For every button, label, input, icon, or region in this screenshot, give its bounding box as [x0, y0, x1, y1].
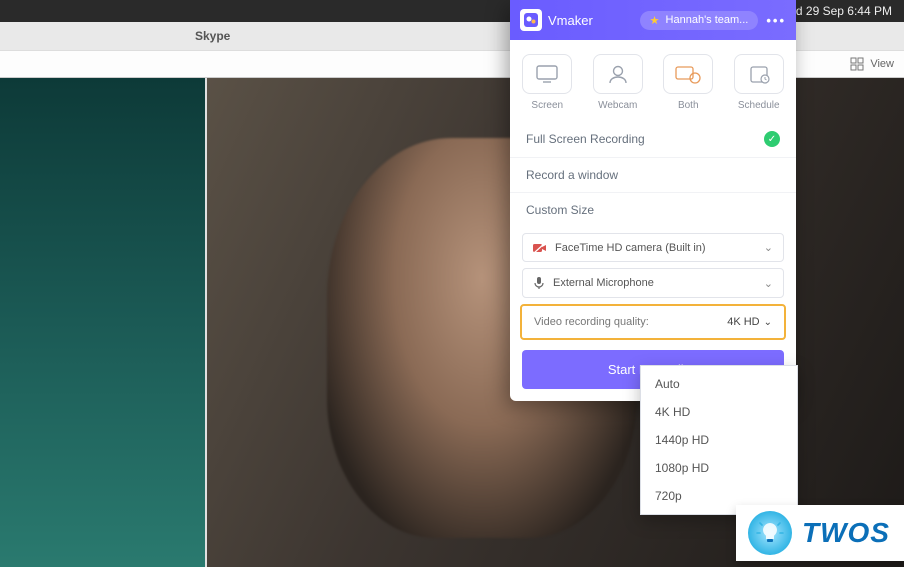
view-grid-icon[interactable]	[850, 57, 864, 71]
quality-label: Video recording quality:	[534, 316, 649, 328]
option-custom-size[interactable]: Custom Size	[510, 192, 796, 227]
star-icon: ★	[650, 14, 660, 27]
camera-select-value: FaceTime HD camera (Built in)	[555, 242, 706, 254]
twos-watermark: TWOS	[736, 505, 904, 561]
mic-select[interactable]: External Microphone ⌄	[522, 268, 784, 298]
mode-both[interactable]: Both	[657, 54, 720, 111]
mode-schedule[interactable]: Schedule	[728, 54, 791, 111]
camera-icon	[533, 242, 547, 254]
view-label[interactable]: View	[870, 58, 894, 70]
skype-app-title: Skype	[195, 29, 230, 43]
quality-option-4k[interactable]: 4K HD	[641, 398, 797, 426]
quality-option-auto[interactable]: Auto	[641, 370, 797, 398]
watermark-text: TWOS	[802, 517, 890, 549]
option-record-window[interactable]: Record a window	[510, 157, 796, 192]
team-selector[interactable]: ★ Hannah's team...	[640, 11, 759, 30]
lightbulb-icon	[748, 511, 792, 555]
mic-select-value: External Microphone	[553, 277, 654, 289]
mode-webcam[interactable]: Webcam	[587, 54, 650, 111]
option-full-screen-label: Full Screen Recording	[526, 132, 645, 146]
vmaker-panel: Vmaker ★ Hannah's team... ••• Screen Web…	[510, 0, 796, 401]
mode-screen-label: Screen	[531, 100, 563, 111]
mode-both-label: Both	[678, 100, 699, 111]
camera-select[interactable]: FaceTime HD camera (Built in) ⌄	[522, 233, 784, 262]
team-label: Hannah's team...	[666, 14, 749, 26]
microphone-icon	[533, 276, 545, 290]
mode-screen[interactable]: Screen	[516, 54, 579, 111]
quality-option-1440p[interactable]: 1440p HD	[641, 426, 797, 454]
schedule-icon	[748, 63, 770, 85]
more-menu-icon[interactable]: •••	[766, 13, 786, 28]
quality-option-1080p[interactable]: 1080p HD	[641, 454, 797, 482]
both-icon	[675, 64, 701, 84]
quality-dropdown: Auto 4K HD 1440p HD 1080p HD 720p	[640, 365, 798, 515]
check-icon: ✓	[764, 131, 780, 147]
webcam-icon	[607, 63, 629, 85]
participant-pane-left	[0, 78, 205, 567]
option-record-window-label: Record a window	[526, 168, 618, 182]
option-custom-size-label: Custom Size	[526, 203, 594, 217]
chevron-down-icon: ⌄	[764, 317, 772, 328]
mode-schedule-label: Schedule	[738, 100, 780, 111]
mode-webcam-label: Webcam	[598, 100, 637, 111]
mode-row: Screen Webcam Both Schedule	[510, 40, 796, 121]
vmaker-logo-icon	[520, 9, 542, 31]
vmaker-app-name: Vmaker	[548, 13, 593, 28]
quality-value: 4K HD	[727, 316, 759, 328]
video-quality-select[interactable]: Video recording quality: 4K HD ⌄	[520, 304, 786, 340]
vmaker-header: Vmaker ★ Hannah's team... •••	[510, 0, 796, 40]
chevron-down-icon: ⌄	[764, 277, 773, 290]
option-full-screen[interactable]: Full Screen Recording ✓	[510, 121, 796, 157]
chevron-down-icon: ⌄	[764, 241, 773, 254]
screen-icon	[535, 64, 559, 84]
